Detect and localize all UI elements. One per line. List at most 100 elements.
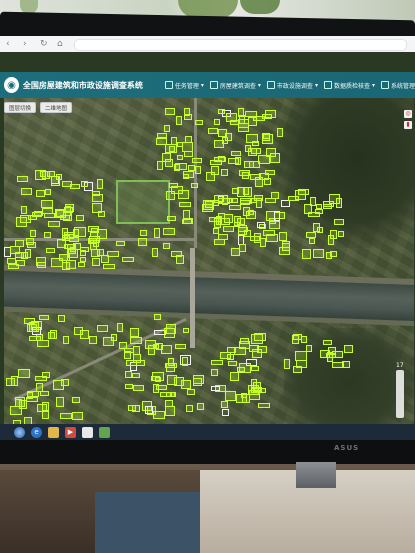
- building-outline[interactable]: [96, 248, 104, 256]
- building-outline[interactable]: [306, 231, 317, 238]
- building-outline[interactable]: [137, 238, 147, 247]
- building-outline[interactable]: [68, 237, 79, 243]
- building-outline[interactable]: [174, 377, 185, 386]
- building-outline[interactable]: [36, 383, 44, 393]
- building-outline[interactable]: [245, 211, 256, 220]
- building-outline[interactable]: [183, 209, 191, 220]
- building-outline[interactable]: [92, 193, 104, 202]
- building-outline[interactable]: [323, 340, 333, 346]
- building-outline[interactable]: [222, 136, 229, 144]
- building-outline[interactable]: [59, 412, 72, 419]
- building-outline[interactable]: [237, 366, 246, 372]
- building-outline[interactable]: [152, 247, 159, 257]
- building-outline[interactable]: [258, 403, 271, 409]
- building-outline[interactable]: [246, 358, 258, 366]
- building-outline[interactable]: [176, 154, 183, 160]
- building-outline[interactable]: [217, 218, 230, 226]
- building-outline[interactable]: [222, 408, 230, 416]
- building-outline[interactable]: [315, 208, 324, 214]
- building-outline[interactable]: [329, 229, 337, 239]
- satellite-map[interactable]: [4, 98, 414, 428]
- forward-icon[interactable]: ›: [23, 40, 32, 49]
- building-outline[interactable]: [225, 112, 237, 122]
- building-outline[interactable]: [230, 151, 241, 157]
- building-outline[interactable]: [274, 210, 281, 221]
- building-outline[interactable]: [226, 354, 234, 361]
- building-outline[interactable]: [195, 166, 202, 175]
- building-outline[interactable]: [38, 315, 49, 321]
- building-outline[interactable]: [211, 385, 221, 391]
- building-outline[interactable]: [14, 399, 22, 408]
- building-outline[interactable]: [44, 188, 51, 195]
- building-outline[interactable]: [196, 402, 204, 410]
- building-outline[interactable]: [57, 315, 65, 323]
- building-outline[interactable]: [204, 200, 214, 208]
- building-outline[interactable]: [220, 400, 228, 408]
- building-outline[interactable]: [243, 187, 252, 198]
- building-outline[interactable]: [80, 247, 90, 253]
- building-outline[interactable]: [178, 190, 190, 200]
- building-outline[interactable]: [20, 187, 32, 195]
- building-outline[interactable]: [164, 406, 175, 417]
- building-outline[interactable]: [184, 151, 194, 158]
- building-outline[interactable]: [37, 404, 48, 413]
- building-outline[interactable]: [7, 264, 19, 270]
- address-bar[interactable]: [74, 38, 407, 51]
- building-outline[interactable]: [27, 324, 38, 333]
- building-outline[interactable]: [17, 175, 29, 182]
- building-outline[interactable]: [63, 244, 75, 250]
- building-outline[interactable]: [213, 238, 225, 245]
- building-outline[interactable]: [46, 248, 56, 254]
- building-outline[interactable]: [217, 129, 227, 138]
- building-outline[interactable]: [239, 244, 247, 253]
- building-outline[interactable]: [331, 361, 344, 368]
- building-outline[interactable]: [256, 222, 265, 229]
- building-outline[interactable]: [168, 357, 175, 366]
- building-outline[interactable]: [226, 347, 236, 354]
- building-outline[interactable]: [264, 177, 272, 185]
- building-outline[interactable]: [194, 119, 203, 125]
- building-outline[interactable]: [192, 375, 204, 385]
- building-outline[interactable]: [220, 168, 228, 176]
- building-outline[interactable]: [43, 213, 55, 219]
- building-outline[interactable]: [301, 336, 308, 344]
- building-outline[interactable]: [249, 235, 260, 241]
- building-outline[interactable]: [50, 329, 58, 339]
- building-outline[interactable]: [154, 228, 161, 239]
- building-outline[interactable]: [295, 359, 307, 368]
- building-outline[interactable]: [244, 110, 257, 117]
- building-outline[interactable]: [169, 182, 179, 188]
- menu-item-system[interactable]: 系统管理: [380, 81, 415, 90]
- building-outline[interactable]: [132, 353, 141, 363]
- building-outline[interactable]: [97, 228, 108, 239]
- building-outline[interactable]: [124, 351, 132, 360]
- building-outline[interactable]: [116, 322, 123, 332]
- building-outline[interactable]: [37, 340, 50, 348]
- building-outline[interactable]: [234, 156, 241, 165]
- building-outline[interactable]: [186, 404, 194, 412]
- building-outline[interactable]: [34, 376, 47, 382]
- building-outline[interactable]: [156, 137, 168, 145]
- building-outline[interactable]: [335, 197, 342, 208]
- building-outline[interactable]: [155, 385, 167, 391]
- building-outline[interactable]: [27, 215, 37, 221]
- building-outline[interactable]: [174, 344, 186, 350]
- building-outline[interactable]: [162, 228, 175, 236]
- building-outline[interactable]: [130, 336, 143, 344]
- building-outline[interactable]: [279, 232, 288, 242]
- zoom-slider[interactable]: [396, 370, 404, 418]
- building-outline[interactable]: [18, 368, 31, 378]
- building-outline[interactable]: [62, 180, 72, 187]
- building-outline[interactable]: [231, 198, 239, 203]
- building-outline[interactable]: [156, 343, 164, 351]
- building-outline[interactable]: [301, 248, 311, 259]
- building-outline[interactable]: [16, 217, 28, 228]
- building-outline[interactable]: [96, 324, 108, 332]
- building-outline[interactable]: [115, 240, 125, 246]
- building-outline[interactable]: [249, 344, 260, 352]
- building-outline[interactable]: [246, 134, 259, 144]
- building-outline[interactable]: [330, 251, 338, 258]
- building-outline[interactable]: [62, 335, 69, 344]
- building-outline[interactable]: [61, 261, 70, 270]
- building-outline[interactable]: [140, 230, 148, 237]
